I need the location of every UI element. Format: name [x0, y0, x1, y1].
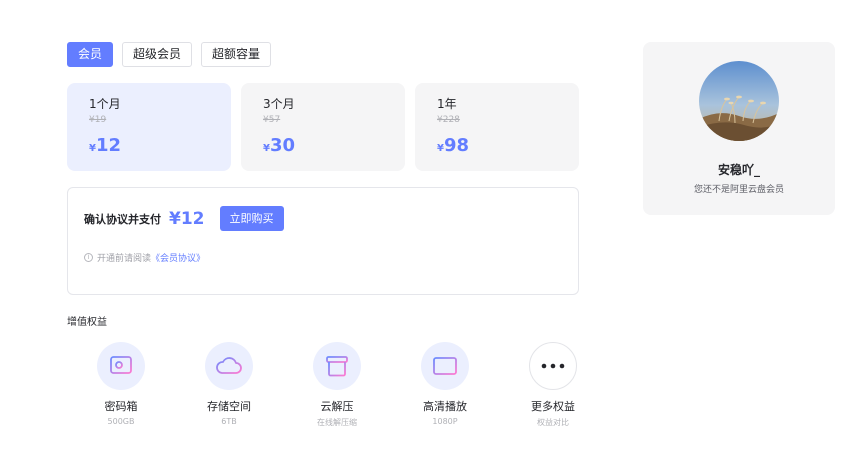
plan-price-value: 30 [269, 135, 296, 156]
benefit-sub: 6TB [221, 417, 237, 426]
benefit-storage[interactable]: 存储空间 6TB [175, 342, 283, 428]
benefits-title: 增值权益 [67, 317, 107, 328]
plan-price: ¥98 [437, 135, 469, 156]
membership-tabs: 会员 超级会员 超额容量 [67, 42, 272, 67]
user-card: 安稳吖_ 您还不是阿里云盘会员 [643, 42, 835, 215]
plan-original-price: ¥57 [263, 115, 281, 125]
agreement-notice: i 开通前请阅读 《会员协议》 [84, 251, 205, 264]
cloud-icon [205, 342, 253, 390]
benefit-name: 存储空间 [207, 400, 251, 413]
tab-super-member[interactable]: 超级会员 [122, 42, 193, 67]
plan-currency: ¥ [437, 143, 444, 154]
tab-extra-capacity[interactable]: 超额容量 [201, 42, 272, 67]
plan-1-year[interactable]: 1年 ¥228 ¥98 [415, 83, 579, 171]
member-agreement-link[interactable]: 《会员协议》 [151, 251, 205, 264]
benefit-sub: 500GB [107, 417, 135, 426]
avatar[interactable] [699, 61, 779, 141]
plan-original-price: ¥228 [437, 115, 460, 125]
plan-price: ¥30 [263, 135, 295, 156]
tab-member[interactable]: 会员 [67, 42, 114, 67]
plan-currency: ¥ [263, 143, 270, 154]
benefit-sub: 1080P [432, 417, 458, 426]
benefit-name: 密码箱 [104, 400, 138, 413]
archive-box-icon [313, 342, 361, 390]
benefit-sub: 权益对比 [537, 418, 569, 427]
confirm-label: 确认协议并支付 [84, 212, 161, 226]
purchase-row: 确认协议并支付 ¥12 立即购买 [84, 206, 284, 231]
benefit-unzip[interactable]: 云解压 在线解压缩 [283, 342, 391, 428]
member-status: 您还不是阿里云盘会员 [693, 185, 784, 195]
benefit-sub: 在线解压缩 [317, 418, 357, 427]
plan-3-months[interactable]: 3个月 ¥57 ¥30 [241, 83, 405, 171]
plan-1-month[interactable]: 1个月 ¥19 ¥12 [67, 83, 231, 171]
safe-icon [97, 342, 145, 390]
plan-period: 1年 [437, 97, 457, 111]
plan-price: ¥12 [89, 135, 121, 156]
benefits-list: 密码箱 500GB 存储空间 6TB 云解压 在线解压缩 高清播放 1080P … [67, 342, 607, 428]
plan-currency: ¥ [89, 143, 96, 154]
benefit-name: 云解压 [320, 400, 354, 413]
notice-text: 开通前请阅读 [97, 254, 152, 264]
plan-options: 1个月 ¥19 ¥12 3个月 ¥57 ¥30 1年 ¥228 ¥98 [67, 83, 579, 171]
plan-period: 1个月 [89, 97, 121, 111]
username: 安稳吖_ [717, 163, 760, 177]
plan-price-value: 98 [443, 135, 470, 156]
plan-price-value: 12 [95, 135, 122, 156]
benefit-more[interactable]: 更多权益 权益对比 [499, 342, 607, 428]
membership-page: 会员 超级会员 超额容量 1个月 ¥19 ¥12 3个月 ¥57 ¥30 1年 … [0, 0, 852, 468]
confirm-price: ¥12 [169, 208, 205, 229]
benefit-hd-play[interactable]: 高清播放 1080P [391, 342, 499, 428]
more-dots-icon [529, 342, 577, 390]
benefit-name: 高清播放 [423, 400, 467, 413]
info-icon: i [84, 253, 93, 262]
plan-original-price: ¥19 [89, 115, 107, 125]
benefit-safe[interactable]: 密码箱 500GB [67, 342, 175, 428]
video-player-icon [421, 342, 469, 390]
buy-now-button[interactable]: 立即购买 [219, 206, 284, 231]
purchase-panel: 确认协议并支付 ¥12 立即购买 i 开通前请阅读 《会员协议》 [67, 187, 579, 295]
benefit-name: 更多权益 [531, 400, 575, 413]
plan-period: 3个月 [263, 97, 295, 111]
